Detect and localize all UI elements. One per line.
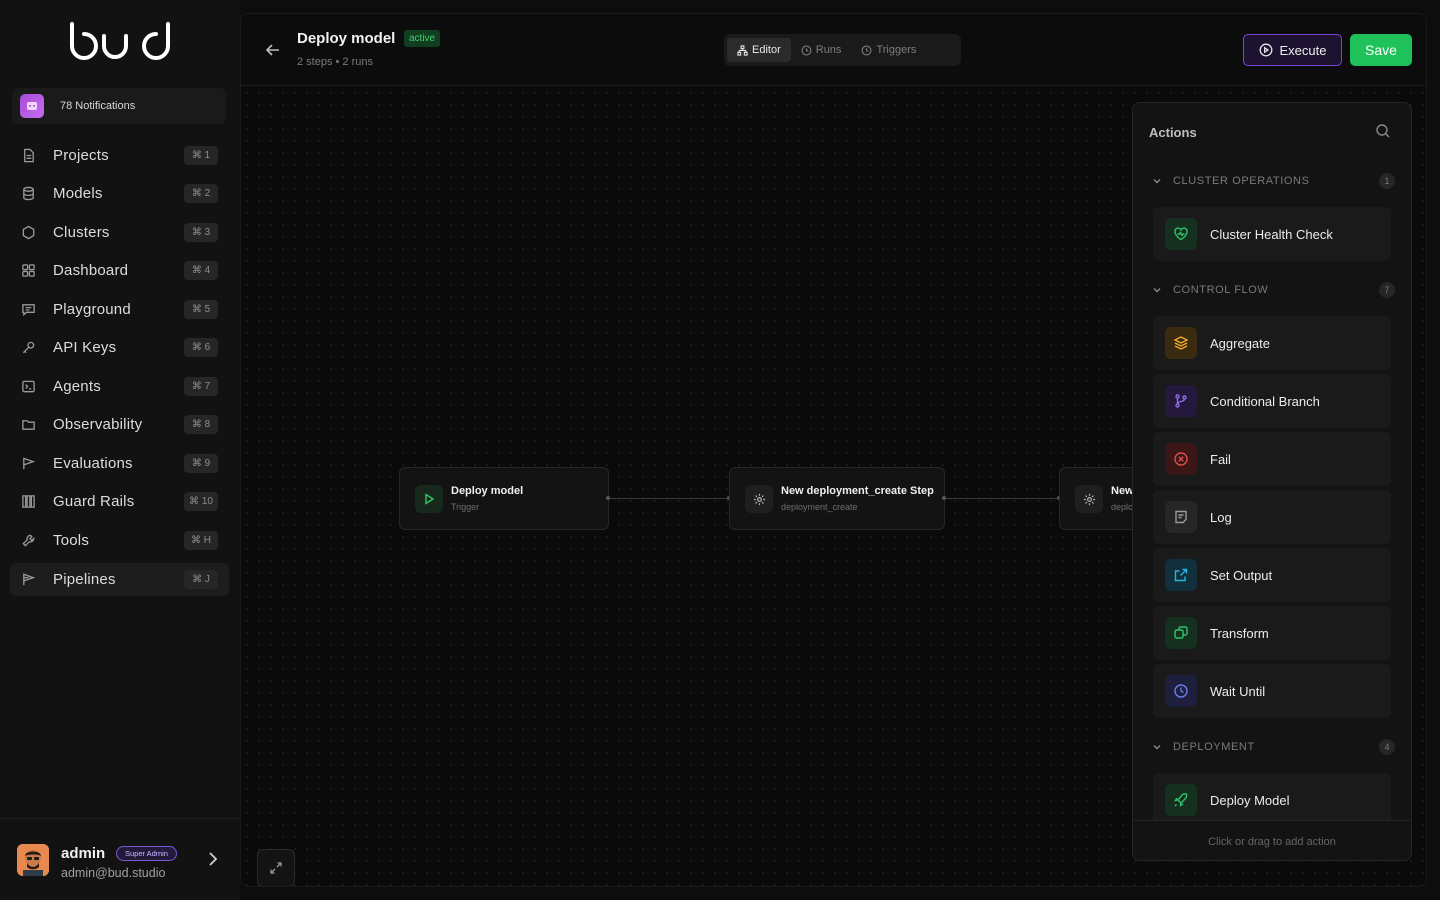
action-deploy-model[interactable]: Deploy Model <box>1153 773 1391 827</box>
sitemap-icon <box>737 44 748 56</box>
page-title: Deploy model <box>297 30 396 47</box>
sidebar: 78 Notifications Projects ⌘ 1 Models ⌘ 2… <box>0 0 240 900</box>
clock-icon <box>861 45 872 55</box>
sidebar-item-agents[interactable]: Agents ⌘ 7 <box>10 367 229 406</box>
pipeline-editor: Deploy model active 2 steps • 2 runs Edi… <box>240 13 1427 887</box>
section-cluster-operations[interactable]: CLUSTER OPERATIONS 1 <box>1151 171 1395 191</box>
sidebar-item-observability[interactable]: Observability ⌘ 8 <box>10 406 229 445</box>
sidebar-item-playground[interactable]: Playground ⌘ 5 <box>10 290 229 329</box>
chevron-right-icon[interactable] <box>204 850 222 868</box>
grid-icon <box>20 263 36 279</box>
notifications-button[interactable]: 78 Notifications <box>12 88 226 124</box>
edge-trigger-step1 <box>608 498 729 499</box>
bars-icon <box>20 494 36 510</box>
action-cluster-health-check[interactable]: Cluster Health Check <box>1153 207 1391 261</box>
history-icon <box>801 45 812 55</box>
section-count: 7 <box>1379 282 1395 298</box>
sidebar-item-pipelines[interactable]: Pipelines ⌘ J <box>10 562 229 596</box>
folder-icon <box>20 417 36 433</box>
sidebar-item-guard-rails[interactable]: Guard Rails ⌘ 10 <box>10 483 229 522</box>
user-name: admin <box>61 845 106 862</box>
view-tabs: Editor Runs Triggers <box>724 34 961 66</box>
clock-icon <box>1165 675 1197 707</box>
sidebar-item-projects[interactable]: Projects ⌘ 1 <box>10 136 229 175</box>
sidebar-item-evaluations[interactable]: Evaluations ⌘ 9 <box>10 444 229 483</box>
panel-title: Actions <box>1149 125 1197 140</box>
sidebar-item-models[interactable]: Models ⌘ 2 <box>10 175 229 214</box>
sidebar-item-dashboard[interactable]: Dashboard ⌘ 4 <box>10 252 229 291</box>
rocket-icon <box>1165 784 1197 816</box>
status-badge: active <box>404 30 441 47</box>
sidebar-item-api-keys[interactable]: API Keys ⌘ 6 <box>10 329 229 368</box>
node-output-handle[interactable] <box>606 496 610 500</box>
chevron-down-icon <box>1151 284 1163 296</box>
gear-icon <box>1075 485 1103 513</box>
role-badge: Super Admin <box>116 846 177 861</box>
editor-header: Deploy model active 2 steps • 2 runs Edi… <box>241 14 1426 86</box>
section-control-flow[interactable]: CONTROL FLOW 7 <box>1151 280 1395 300</box>
chevron-down-icon <box>1151 741 1163 753</box>
notification-icon <box>20 94 44 118</box>
save-button[interactable]: Save <box>1350 34 1412 66</box>
page-subtitle: 2 steps • 2 runs <box>297 56 374 68</box>
node-step[interactable]: New deployment_create Step deployment_cr… <box>729 467 945 530</box>
action-transform[interactable]: Transform <box>1153 606 1391 660</box>
tab-editor[interactable]: Editor <box>727 38 791 62</box>
action-set-output[interactable]: Set Output <box>1153 548 1391 602</box>
bud-logo[interactable] <box>68 22 172 62</box>
terminal-icon <box>20 378 36 394</box>
action-wait-until[interactable]: Wait Until <box>1153 664 1391 718</box>
panel-footer-hint: Click or drag to add action <box>1133 820 1411 860</box>
section-deployment[interactable]: DEPLOYMENT 4 <box>1151 737 1395 757</box>
execute-button[interactable]: Execute <box>1243 34 1342 66</box>
expand-icon <box>270 862 282 874</box>
section-count: 4 <box>1379 739 1395 755</box>
section-count: 1 <box>1379 173 1395 189</box>
gear-icon <box>745 485 773 513</box>
actions-panel: Actions CLUSTER OPERATIONS 1 Cluster Hea… <box>1132 102 1412 861</box>
tab-runs[interactable]: Runs <box>791 38 852 62</box>
sidebar-item-tools[interactable]: Tools ⌘ H <box>10 521 229 560</box>
search-icon[interactable] <box>1375 123 1391 139</box>
play-circle-icon <box>1259 43 1272 57</box>
notifications-label: 78 Notifications <box>60 100 136 112</box>
edge-step1-step2 <box>944 498 1059 499</box>
tab-triggers[interactable]: Triggers <box>851 38 926 62</box>
chat-icon <box>20 301 36 317</box>
fullscreen-button[interactable] <box>257 849 295 886</box>
node-output-handle[interactable] <box>942 496 946 500</box>
x-circle-icon <box>1165 443 1197 475</box>
user-email: admin@bud.studio <box>61 866 166 880</box>
file-icon <box>20 147 36 163</box>
flag-icon <box>20 455 36 471</box>
log-icon <box>1165 501 1197 533</box>
wrench-icon <box>20 532 36 548</box>
action-log[interactable]: Log <box>1153 490 1391 544</box>
action-fail[interactable]: Fail <box>1153 432 1391 486</box>
user-profile[interactable]: admin Super Admin admin@bud.studio <box>0 818 240 900</box>
pipeline-icon <box>20 571 36 587</box>
chevron-down-icon <box>1151 175 1163 187</box>
back-arrow-icon[interactable] <box>264 41 282 59</box>
play-icon <box>415 485 443 513</box>
sidebar-nav: Projects ⌘ 1 Models ⌘ 2 Clusters ⌘ 3 Das… <box>10 136 229 596</box>
sidebar-item-clusters[interactable]: Clusters ⌘ 3 <box>10 213 229 252</box>
avatar <box>17 844 49 876</box>
transform-icon <box>1165 617 1197 649</box>
action-aggregate[interactable]: Aggregate <box>1153 316 1391 370</box>
database-icon <box>20 186 36 202</box>
key-icon <box>20 340 36 356</box>
cluster-icon <box>20 224 36 240</box>
external-link-icon <box>1165 559 1197 591</box>
action-conditional-branch[interactable]: Conditional Branch <box>1153 374 1391 428</box>
git-branch-icon <box>1165 385 1197 417</box>
layers-icon <box>1165 327 1197 359</box>
node-trigger[interactable]: Deploy model Trigger <box>399 467 609 530</box>
heart-pulse-icon <box>1165 218 1197 250</box>
